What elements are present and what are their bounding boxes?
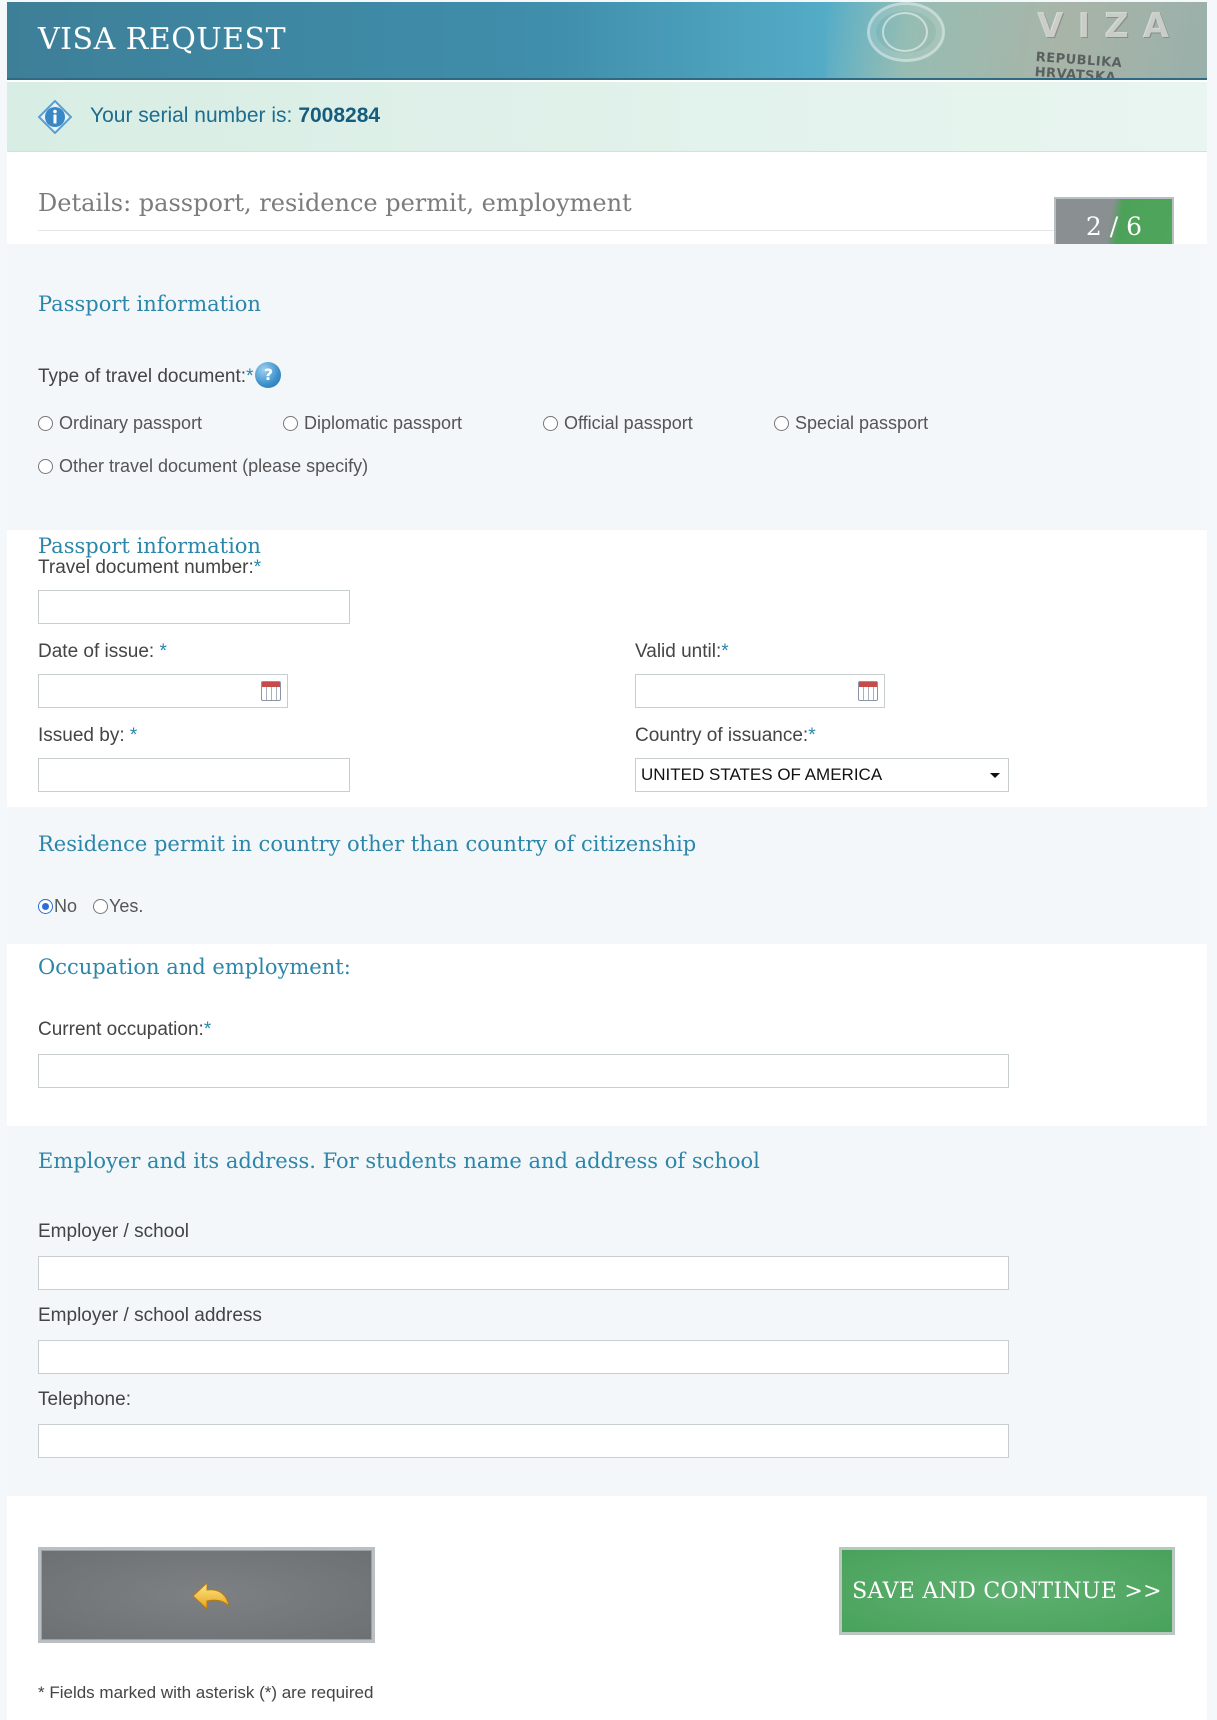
doc-number-input[interactable] <box>38 590 350 624</box>
back-button[interactable] <box>38 1547 375 1643</box>
employer-name-label: Employer / school <box>38 1221 190 1242</box>
back-arrow-icon <box>192 1581 230 1611</box>
telephone-input[interactable] <box>38 1424 1009 1458</box>
calendar-icon[interactable] <box>858 681 878 701</box>
date-of-issue-input[interactable] <box>38 674 288 708</box>
valid-until-label: Valid until:* <box>635 641 729 662</box>
step-title: Details: passport, residence permit, emp… <box>38 189 632 217</box>
radio-button[interactable] <box>38 899 53 914</box>
help-icon[interactable]: ? <box>255 362 282 388</box>
radio-other-document[interactable]: Other travel document (please specify) <box>38 456 368 477</box>
divider <box>38 230 1058 231</box>
issued-by-input[interactable] <box>38 758 350 792</box>
doc-type-label: Type of travel document:*? <box>38 362 282 388</box>
serial-bar: Your serial number is: 7008284 <box>7 82 1207 152</box>
serial-number-text: Your serial number is: 7008284 <box>90 104 380 128</box>
current-occupation-input[interactable] <box>38 1054 1009 1088</box>
residence-heading: Residence permit in country other than c… <box>38 832 697 856</box>
info-icon <box>38 100 72 134</box>
residence-section <box>7 807 1207 944</box>
telephone-label: Telephone: <box>38 1389 131 1410</box>
required-fields-note: * Fields marked with asterisk (*) are re… <box>38 1683 374 1702</box>
employer-heading: Employer and its address. For students n… <box>38 1149 760 1173</box>
radio-button[interactable] <box>93 899 108 914</box>
radio-residence-no[interactable]: No <box>38 896 77 917</box>
radio-button[interactable] <box>283 416 298 431</box>
visa-word: VIZA <box>1037 6 1183 46</box>
doc-number-label: Travel document number:* <box>38 557 262 578</box>
serial-number: 7008284 <box>298 104 381 127</box>
chevron-down-icon <box>990 773 1000 778</box>
save-and-continue-button[interactable]: SAVE AND CONTINUE >> <box>839 1547 1175 1635</box>
valid-until-input[interactable] <box>635 674 885 708</box>
page-title: VISA REQUEST <box>38 22 287 57</box>
employer-address-label: Employer / school address <box>38 1305 262 1326</box>
radio-button[interactable] <box>38 459 53 474</box>
serial-label: Your serial number is: <box>90 104 293 127</box>
radio-official-passport[interactable]: Official passport <box>543 413 693 434</box>
radio-special-passport[interactable]: Special passport <box>774 413 928 434</box>
radio-residence-yes[interactable]: Yes. <box>93 896 143 917</box>
page: VIZA REPUBLIKA HRVATSKA VISA REQUEST You… <box>7 2 1207 1720</box>
occupation-heading: Occupation and employment: <box>38 955 351 979</box>
country-select[interactable]: UNITED STATES OF AMERICA <box>635 758 1009 792</box>
employer-name-input[interactable] <box>38 1256 1009 1290</box>
radio-button[interactable] <box>543 416 558 431</box>
passport-heading: Passport information <box>38 292 261 316</box>
passport-heading: Passport information <box>38 534 261 558</box>
country-label: Country of issuance:* <box>635 725 816 746</box>
radio-button[interactable] <box>38 416 53 431</box>
emblem-decoration-inner <box>882 12 928 52</box>
current-occupation-label: Current occupation:* <box>38 1019 212 1040</box>
calendar-icon[interactable] <box>261 681 281 701</box>
radio-diplomatic-passport[interactable]: Diplomatic passport <box>283 413 462 434</box>
header-banner: VIZA REPUBLIKA HRVATSKA VISA REQUEST <box>7 2 1207 80</box>
date-of-issue-label: Date of issue: * <box>38 641 167 662</box>
radio-ordinary-passport[interactable]: Ordinary passport <box>38 413 202 434</box>
employer-address-input[interactable] <box>38 1340 1009 1374</box>
radio-button[interactable] <box>774 416 789 431</box>
issued-by-label: Issued by: * <box>38 725 138 746</box>
